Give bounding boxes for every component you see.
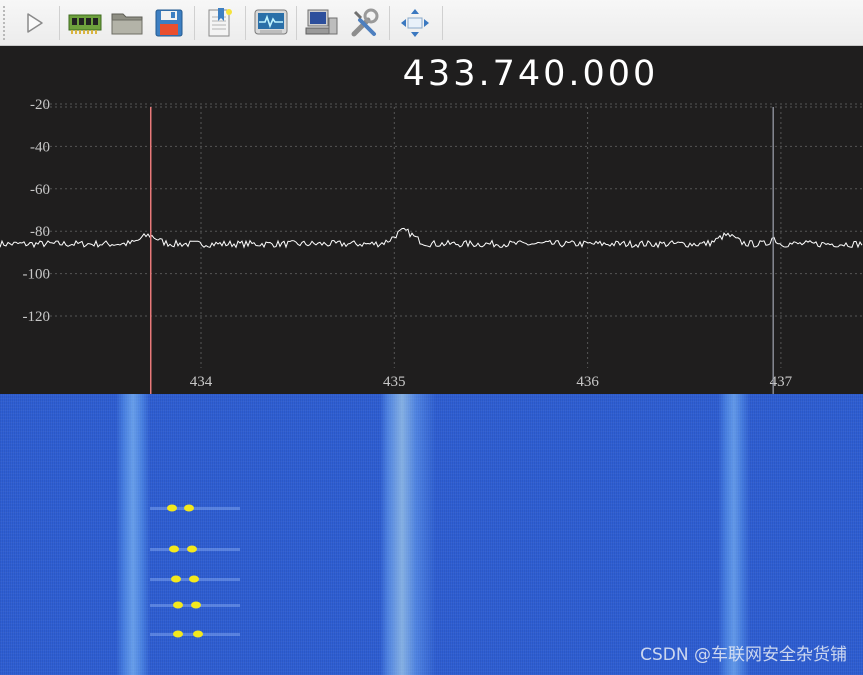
y-tick-label: -80: [30, 224, 50, 240]
signal-burst: [187, 545, 197, 553]
open-button[interactable]: [110, 6, 144, 40]
toolbar-separator: [296, 5, 297, 40]
toolbar-grip[interactable]: [3, 5, 9, 40]
signal-burst: [169, 545, 179, 553]
bookmark-icon: [208, 7, 232, 36]
monitor-waveform-icon: [254, 9, 288, 34]
settings-button[interactable]: [347, 6, 381, 40]
signal-burst: [184, 504, 194, 512]
fft-plot[interactable]: 433.740.000 -20 -40 -60 -80 -100 -120 434 435 43…: [0, 46, 863, 394]
move-arrows-icon: [401, 8, 429, 37]
bookmarks-button[interactable]: [203, 6, 237, 40]
y-tick-label: -100: [23, 267, 51, 283]
signal-burst: [189, 575, 199, 583]
x-tick-label: 435: [383, 374, 406, 390]
signal-burst: [173, 601, 183, 609]
waterfall-display[interactable]: CSDN @车联网安全杂货铺: [0, 394, 863, 675]
y-tick-label: -60: [30, 182, 50, 198]
signal-burst: [191, 601, 201, 609]
toolbar-separator: [389, 5, 390, 40]
networked-computer-icon: [305, 9, 338, 34]
fullscreen-button[interactable]: [398, 6, 432, 40]
signal-burst: [193, 630, 203, 638]
y-tick-label: -40: [30, 139, 50, 155]
toolbar-separator: [245, 5, 246, 40]
play-icon: [27, 12, 43, 33]
watermark: CSDN @车联网安全杂货铺: [640, 645, 847, 665]
x-tick-label: 434: [190, 374, 213, 390]
toolbar: [0, 0, 863, 46]
waterfall-bursts: [150, 504, 240, 638]
signal-burst: [173, 630, 183, 638]
floppy-disk-icon: [155, 9, 183, 36]
input-device-button[interactable]: [68, 6, 102, 40]
remote-control-button[interactable]: [305, 6, 339, 40]
fft-spectrum-chart[interactable]: -20-40-60-80-100-120434 435 436 437: [0, 46, 863, 394]
tools-icon: [351, 8, 379, 36]
signal-burst: [167, 504, 177, 512]
play-button[interactable]: [17, 6, 51, 40]
toolbar-separator: [59, 5, 60, 40]
toolbar-separator: [194, 5, 195, 40]
y-tick-label: -120: [23, 309, 51, 325]
toolbar-separator: [442, 5, 443, 40]
folder-icon: [111, 13, 143, 34]
circuit-board-icon: [68, 14, 102, 34]
x-tick-label: 436: [576, 374, 599, 390]
burst-band: [150, 507, 240, 510]
save-button[interactable]: [152, 6, 186, 40]
signal-burst: [171, 575, 181, 583]
y-tick-label: -20: [30, 97, 50, 113]
fft-settings-button[interactable]: [254, 6, 288, 40]
